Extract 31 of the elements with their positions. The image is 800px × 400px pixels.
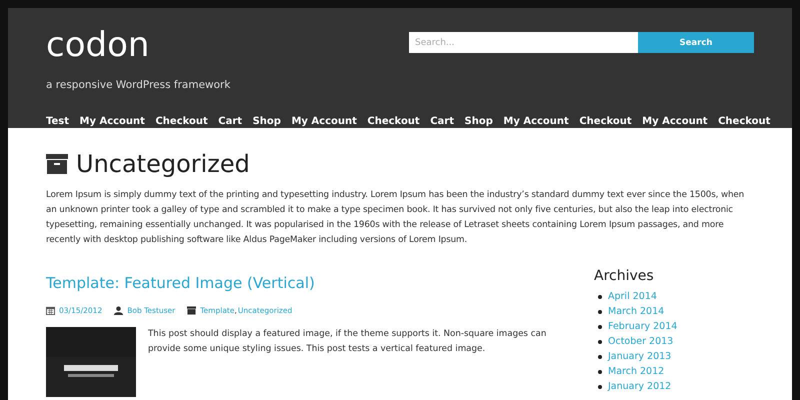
archive-icon xyxy=(187,306,196,315)
site-tagline: a responsive WordPress framework xyxy=(46,79,230,91)
bullet-icon xyxy=(598,294,602,299)
nav-link[interactable]: My Account xyxy=(642,116,708,127)
nav-link[interactable]: My Account xyxy=(80,116,145,127)
nav-link[interactable]: Shop xyxy=(464,116,493,127)
nav-link[interactable]: Cart xyxy=(430,116,454,127)
nav-link[interactable]: Shop xyxy=(252,116,281,127)
bullet-icon xyxy=(598,324,602,329)
search-field[interactable]: Search... xyxy=(409,32,638,53)
bullet-icon xyxy=(598,354,602,359)
nav-link[interactable]: Checkout xyxy=(718,116,770,127)
archive-icon xyxy=(46,154,68,174)
nav-link[interactable]: Cart xyxy=(218,116,242,127)
page-title: Uncategorized xyxy=(76,150,250,178)
nav-link[interactable]: Checkout xyxy=(367,116,420,127)
site-title[interactable]: codon xyxy=(46,28,230,62)
post-excerpt: This post should display a featured image, if the theme supports it. Non-square images can provide some unique styling issues. This post tests a vertical featured image. xyxy=(148,328,548,356)
calendar-icon xyxy=(46,306,55,315)
sidebar-title: Archives xyxy=(594,268,655,284)
nav-link[interactable]: Checkout xyxy=(579,116,632,127)
bullet-icon xyxy=(598,310,602,314)
nav-link[interactable]: My Account xyxy=(291,116,357,127)
nav-link[interactable]: Test xyxy=(46,116,70,127)
bullet-icon xyxy=(598,370,602,374)
bullet-icon xyxy=(598,340,602,344)
nav-link[interactable]: My Account xyxy=(503,116,569,127)
nav-link[interactable]: Checkout xyxy=(155,116,208,127)
user-icon xyxy=(114,306,124,315)
category-description: Lorem Ipsum is simply dummy text of the printing and typesetting industry. Lorem Ipsum has been the industry’s standard dummy text ever since the 1500s, when an unknown printer took a galley of type and scrambled it to make a type specimen book. It has survived not only five centuries, but also the leap into electronic typesetting, remaining essentially unchanged. It was popularised in the 1960s with the release of Letraset sheets containing Lorem Ipsum passages, and more recently with desktop publishing software like Aldus PageMaker including versions of Lorem Ipsum. xyxy=(46,189,746,247)
bullet-icon xyxy=(598,384,602,389)
